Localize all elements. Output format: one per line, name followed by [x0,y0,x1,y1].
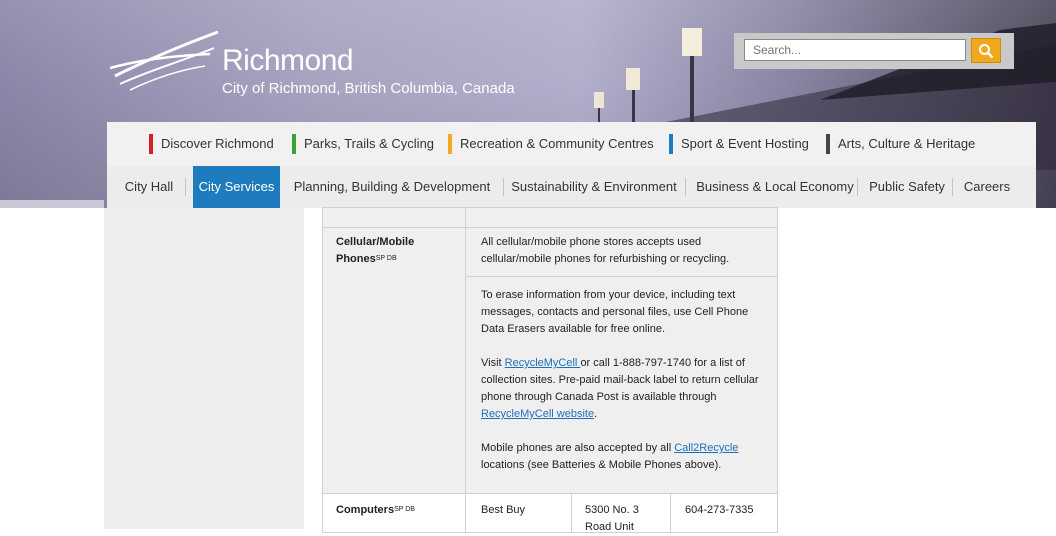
wave-logo-icon [110,30,219,91]
nav-label: Recreation & Community Centres [460,136,654,151]
cellular-item-superscript: SP DB [375,255,397,262]
secondary-nav: City Hall City Services Planning, Buildi… [107,166,1036,208]
nav-color-bar [292,134,296,154]
cellular-stores-text: All cellular/mobile phone stores accepts… [481,236,730,265]
nav-divider [503,178,504,196]
cellular-row1-cell: All cellular/mobile phone stores accepts… [465,227,778,277]
recyclemycell-paragraph: Visit RecycleMyCell or call 1-888-797-17… [481,357,759,420]
secondary-nav-careers[interactable]: Careers [957,166,1017,208]
computers-item-superscript: SP DB [394,506,415,513]
nav-label: Arts, Culture & Heritage [838,136,976,151]
erase-info-text: To erase information from your device, i… [481,289,749,335]
computers-location-cell: Best Buy [465,493,572,533]
secondary-nav-city-services[interactable]: City Services [193,166,280,208]
site-header: Richmond City of Richmond, British Colum… [0,0,1056,208]
nav-label: Sport & Event Hosting [681,136,809,151]
logo-name: Richmond [222,44,354,77]
secondary-nav-sustainability-environment[interactable]: Sustainability & Environment [510,166,678,208]
computers-phone: 604-273-7335 [685,504,754,516]
computers-phone-cell: 604-273-7335 [670,493,778,533]
secondary-nav-city-hall[interactable]: City Hall [124,166,174,208]
cellular-item-cell: Cellular/Mobile PhonesSP DB [322,227,466,494]
nav-color-bar [826,134,830,154]
secondary-nav-public-safety[interactable]: Public Safety [865,166,949,208]
cellular-row2-cell: To erase information from your device, i… [465,276,778,494]
table-row-top-detail-cell [465,207,778,228]
logo-subtitle: City of Richmond, British Columbia, Cana… [222,80,515,97]
nav-divider [185,178,186,196]
nav-divider [952,178,953,196]
nav-color-bar [149,134,153,154]
secondary-nav-planning-building-development[interactable]: Planning, Building & Development [287,166,497,208]
nav-color-bar [448,134,452,154]
computers-item-cell: ComputersSP DB [322,493,466,533]
computers-location: Best Buy [481,504,526,516]
secondary-nav-business-local-economy[interactable]: Business & Local Economy [695,166,855,208]
nav-label: Parks, Trails & Cycling [304,136,435,151]
nav-divider [685,178,686,196]
computers-address-cell: 5300 No. 3 Road Unit [571,493,671,533]
search-box [734,33,1014,69]
header-bottom-strip [0,200,104,208]
search-input[interactable] [744,39,966,61]
nav-label: Discover Richmond [161,136,274,151]
recycling-table: Cellular/Mobile PhonesSP DB All cellular… [322,207,778,533]
computers-item-label: Computers [336,504,395,516]
recyclemycell-link[interactable]: RecycleMyCell [505,357,581,369]
call2recycle-paragraph: Mobile phones are also accepted by all C… [481,442,739,471]
richmond-logo[interactable]: Richmond City of Richmond, British Colum… [110,26,570,106]
primary-nav: Discover Richmond Parks, Trails & Cyclin… [107,122,1036,167]
call2recycle-link[interactable]: Call2Recycle [674,442,738,454]
search-button[interactable] [971,38,1001,63]
recyclemycell-website-link[interactable]: RecycleMyCell website [481,408,594,420]
nav-color-bar [669,134,673,154]
search-icon [979,43,994,58]
nav-divider [857,178,858,196]
table-row-top-item-cell [322,207,466,228]
left-sidebar-panel [104,208,304,529]
